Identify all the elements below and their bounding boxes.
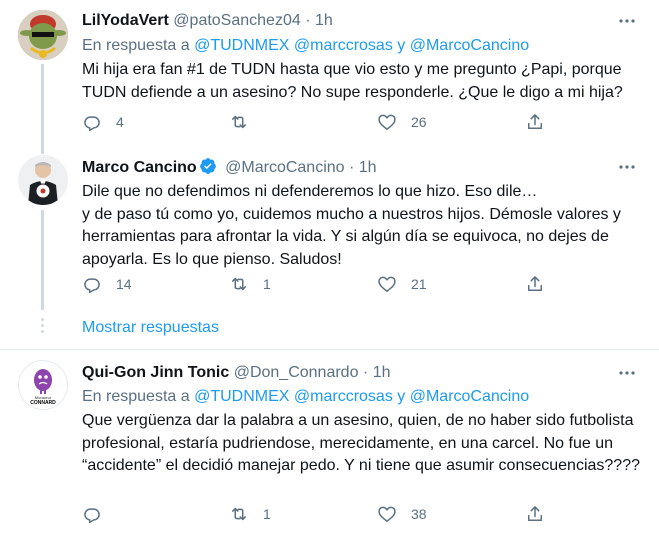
reply-icon — [84, 508, 100, 524]
mention-marccrosas[interactable]: @marccrosas — [294, 37, 393, 54]
monsieur-connard-avatar-image: Monsieur CONNARD — [18, 360, 68, 410]
separator-dot: · — [362, 364, 369, 381]
retweet-button[interactable] — [229, 111, 263, 133]
separator-dot: · — [305, 12, 311, 29]
thread-dot — [41, 330, 44, 333]
heart-icon — [378, 276, 396, 292]
timestamp[interactable]: 1h — [315, 12, 333, 29]
mention-marccrosas[interactable]: @marccrosas — [294, 388, 393, 405]
avatar-caption-bottom: CONNARD — [30, 400, 56, 406]
like-count: 26 — [411, 114, 427, 130]
avatar-don-connardo[interactable]: Monsieur CONNARD — [18, 360, 68, 410]
thread-dot — [41, 318, 44, 321]
reply-button[interactable]: 4 — [82, 111, 124, 133]
user-handle[interactable]: @Don_Connardo — [234, 364, 359, 381]
share-icon — [528, 276, 542, 291]
share-button[interactable] — [525, 273, 545, 295]
user-handle[interactable]: @patoSanchez04 — [173, 12, 300, 29]
reply-prefix: En respuesta a — [82, 388, 190, 405]
reply-button[interactable] — [82, 503, 116, 525]
timestamp[interactable]: 1h — [359, 159, 377, 176]
retweet-button[interactable]: 1 — [229, 273, 271, 295]
like-button[interactable]: 38 — [377, 503, 427, 525]
marco-avatar-image — [18, 155, 68, 205]
retweet-icon — [232, 507, 246, 521]
reply-count: 14 — [116, 276, 132, 292]
share-icon — [528, 114, 542, 129]
reply-icon — [84, 116, 100, 132]
thread-line — [41, 210, 44, 310]
display-name[interactable]: LilYodaVert — [82, 12, 169, 29]
mention-tudnmex[interactable]: @TUDNMEX — [194, 388, 289, 405]
tweet-actions: 14 1 21 — [82, 273, 552, 295]
avatar-marcocancino[interactable] — [18, 155, 68, 205]
reply-button[interactable]: 14 — [82, 273, 132, 295]
yoda-avatar-image — [18, 10, 68, 60]
tweet-actions: 4 26 — [82, 111, 552, 133]
tweet-text: Mi hija era fan #1 de TUDN hasta que vio… — [82, 61, 623, 101]
like-button[interactable]: 26 — [377, 111, 427, 133]
share-button[interactable] — [525, 111, 545, 133]
mention-tudnmex[interactable]: @TUDNMEX — [194, 37, 289, 54]
mention-marcocancino[interactable]: @MarcoCancino — [410, 37, 529, 54]
reply-icon — [84, 278, 100, 294]
retweet-button[interactable]: 1 — [229, 503, 271, 525]
tweet-header: LilYodaVert @patoSanchez04 · 1h — [82, 11, 333, 31]
reply-prefix: En respuesta a — [82, 37, 190, 54]
show-replies-link[interactable]: Mostrar respuestas — [82, 318, 219, 338]
tweet-header: Marco Cancino @MarcoCancino · 1h — [82, 157, 377, 181]
tweet-header: Qui-Gon Jinn Tonic @Don_Connardo · 1h — [82, 363, 391, 383]
retweet-count: 1 — [263, 276, 271, 292]
tweet-text: Que vergüenza dar la palabra a un asesin… — [82, 412, 640, 474]
verified-badge-icon — [199, 157, 217, 181]
retweet-icon — [232, 115, 246, 129]
avatar-lilyodavert[interactable] — [18, 10, 68, 60]
thread-dot — [41, 324, 44, 327]
timestamp[interactable]: 1h — [373, 364, 391, 381]
tweet-3[interactable]: Monsieur CONNARD Qui-Gon Jinn Tonic @Don… — [0, 350, 659, 535]
display-name[interactable]: Qui-Gon Jinn Tonic — [82, 364, 229, 381]
heart-icon — [378, 506, 396, 522]
reply-context: En respuesta a @TUDNMEX @marccrosas y @M… — [82, 36, 529, 56]
retweet-icon — [232, 277, 246, 291]
tweet-text: Dile que no defendimos ni defenderemos l… — [82, 183, 621, 268]
user-handle[interactable]: @MarcoCancino — [225, 159, 344, 176]
display-name[interactable]: Marco Cancino — [82, 159, 197, 176]
reply-context: En respuesta a @TUDNMEX @marccrosas y @M… — [82, 387, 529, 407]
retweet-count: 1 — [263, 506, 271, 522]
like-count: 21 — [411, 276, 427, 292]
like-button[interactable]: 21 — [377, 273, 427, 295]
heart-icon — [378, 114, 396, 130]
mention-marcocancino[interactable]: @MarcoCancino — [410, 388, 529, 405]
more-options-icon[interactable] — [617, 157, 637, 177]
more-options-icon[interactable] — [617, 11, 637, 31]
thread-line — [41, 64, 44, 154]
mention-conjunction[interactable]: y — [397, 388, 405, 405]
share-icon — [528, 506, 542, 521]
like-count: 38 — [411, 506, 427, 522]
reply-count: 4 — [116, 114, 124, 130]
more-options-icon[interactable] — [617, 363, 637, 383]
separator-dot: · — [349, 159, 355, 176]
tweet-1[interactable]: LilYodaVert @patoSanchez04 · 1h En respu… — [0, 0, 659, 154]
share-button[interactable] — [525, 503, 545, 525]
tweet-2[interactable]: Marco Cancino @MarcoCancino · 1h Dile qu… — [0, 150, 659, 310]
mention-conjunction[interactable]: y — [397, 37, 405, 54]
tweet-actions: 1 38 — [82, 503, 552, 525]
